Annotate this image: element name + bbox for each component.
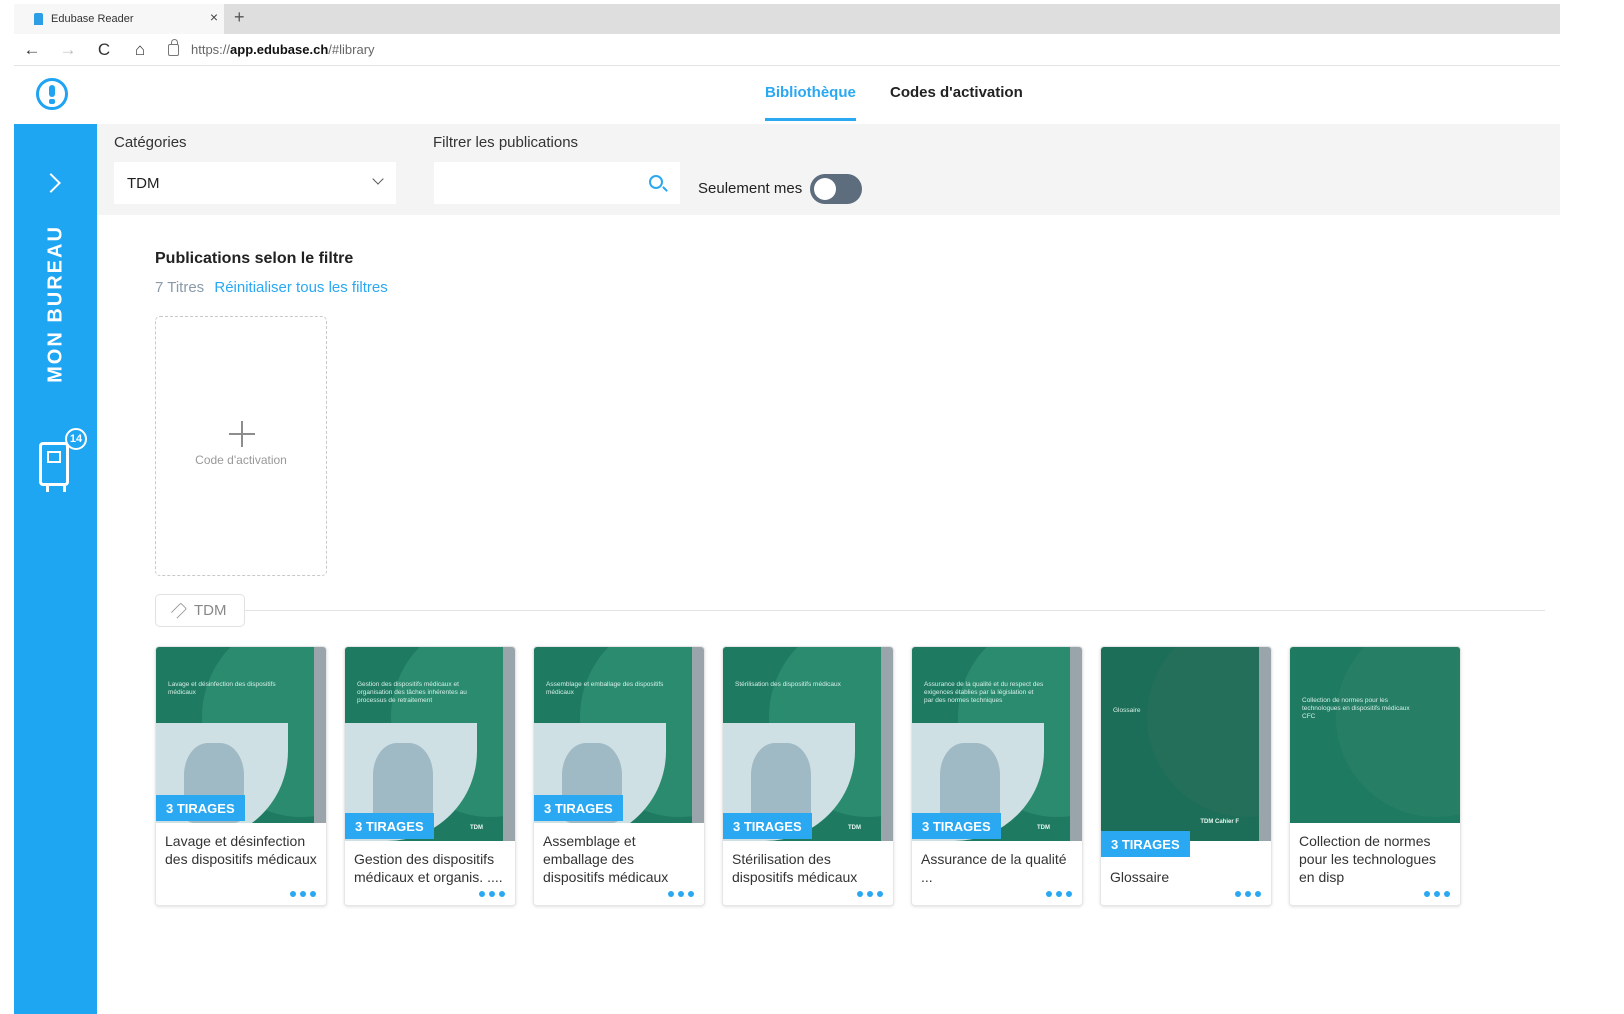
book-cover: Gestion des dispositifs médicaux et orga… [345,647,503,841]
book-card[interactable]: Assurance de la qualité et du respect de… [911,646,1083,906]
toggle-label: Seulement mes [698,180,803,197]
more-options-icon[interactable] [1235,891,1261,897]
book-spine [503,647,515,841]
more-options-icon[interactable] [1424,891,1450,897]
cover-small-text: TDM [470,825,483,831]
browser-tabbar: Edubase Reader × + [14,4,1560,34]
cover-small-text: TDM [1037,825,1050,831]
more-options-icon[interactable] [479,891,505,897]
lock-icon [168,38,179,56]
back-icon[interactable]: ← [14,40,50,60]
cover-text: Lavage et désinfection des dispositifs m… [168,681,276,696]
tirages-badge: 3 TIRAGES [912,813,1001,839]
close-tab-icon[interactable]: × [210,9,218,25]
add-activation-code-card[interactable]: Code d'activation [155,316,327,576]
browser-tab-title: Edubase Reader [51,13,134,25]
url-field[interactable]: https://app.edubase.ch/#library [191,42,375,57]
more-options-icon[interactable] [668,891,694,897]
cover-shape [1336,647,1460,817]
book-cover: Glossaire TDM Cahier F [1101,647,1259,841]
tirages-badge: 3 TIRAGES [156,795,245,821]
only-mine-toggle[interactable] [810,174,862,204]
book-card[interactable]: Stérilisation des dispositifs médicaux T… [722,646,894,906]
reset-filters-link[interactable]: Réinitialiser tous les filtres [214,279,387,296]
home-icon[interactable]: ⌂ [122,40,158,60]
sidebar: MON BUREAU 14 [14,124,97,1014]
tirages-badge: 3 TIRAGES [723,813,812,839]
url-path: /#library [328,42,375,57]
address-bar: ← → C ⌂ https://app.edubase.ch/#library [14,34,1560,66]
app-header: Bibliothèque Codes d'activation [14,66,1560,124]
new-tab-icon[interactable]: + [234,7,245,28]
browser-tab[interactable]: Edubase Reader × [14,4,224,34]
tag-icon [170,602,188,619]
book-card[interactable]: Assemblage et emballage des dispositifs … [533,646,705,906]
book-cover: Assurance de la qualité et du respect de… [912,647,1070,841]
chevron-right-icon[interactable] [41,173,61,193]
book-spine [1070,647,1082,841]
more-options-icon[interactable] [1046,891,1072,897]
filter-label: Filtrer les publications [433,134,579,151]
more-options-icon[interactable] [290,891,316,897]
book-card[interactable]: Glossaire TDM Cahier F 3 TIRAGES Glossai… [1100,646,1272,906]
cover-text: Glossaire [1113,707,1141,714]
book-card[interactable]: Lavage et désinfection des dispositifs m… [155,646,327,906]
book-title: Glossaire [1101,859,1271,905]
category-tag[interactable]: TDM [155,594,245,627]
edubase-favicon-icon [34,13,43,25]
book-card[interactable]: Gestion des dispositifs médicaux et orga… [344,646,516,906]
url-prefix: https:// [191,42,231,57]
book-spine [881,647,893,841]
cover-text: Gestion des dispositifs médicaux et orga… [357,681,467,704]
url-host: app.edubase.ch [230,42,329,57]
cover-shape [1147,647,1259,817]
categories-label: Catégories [114,134,187,151]
sidebar-label[interactable]: MON BUREAU [45,225,68,383]
categories-value: TDM [127,174,160,192]
book-cover: Collection de normes pour les technologu… [1290,647,1460,841]
cover-text: Stérilisation des dispositifs médicaux [735,681,841,688]
forward-icon[interactable]: → [50,40,86,60]
notification-badge: 14 [65,428,87,450]
more-options-icon[interactable] [857,891,883,897]
toggle-knob [814,178,836,200]
publications-title: Publications selon le filtre [155,250,354,267]
tirages-badge: 3 TIRAGES [1101,831,1190,857]
filter-bar: Catégories Filtrer les publications TDM … [97,124,1560,215]
cover-small-text: TDM Cahier F [1200,819,1239,825]
cover-text: Assemblage et emballage des dispositifs … [546,681,664,696]
categories-select[interactable]: TDM [114,162,396,204]
tab-codes-activation[interactable]: Codes d'activation [890,84,1023,101]
category-tag-label: TDM [194,602,227,619]
book-spine [692,647,704,841]
chevron-down-icon [372,173,384,185]
book-icon[interactable] [39,442,69,492]
filter-search-input[interactable] [434,162,680,204]
plus-icon [229,421,255,447]
cover-text: Collection de normes pour les technologu… [1302,697,1410,720]
tirages-badge: 3 TIRAGES [534,795,623,821]
tirages-badge: 3 TIRAGES [345,813,434,839]
search-icon[interactable] [649,175,663,189]
edubase-logo-icon[interactable] [36,78,68,110]
reload-icon[interactable]: C [86,40,122,60]
book-spine [1259,647,1271,841]
tab-bibliotheque[interactable]: Bibliothèque [765,84,856,121]
book-cover: Stérilisation des dispositifs médicaux T… [723,647,881,841]
book-card[interactable]: Collection de normes pour les technologu… [1289,646,1461,906]
book-spine [314,647,326,841]
count-line: 7 Titres Réinitialiser tous les filtres [155,279,388,296]
cover-text: Assurance de la qualité et du respect de… [924,681,1044,704]
divider [245,610,1545,611]
titles-count: 7 Titres [155,279,205,296]
activation-code-label: Code d'activation [195,453,287,467]
cover-small-text: TDM [848,825,861,831]
